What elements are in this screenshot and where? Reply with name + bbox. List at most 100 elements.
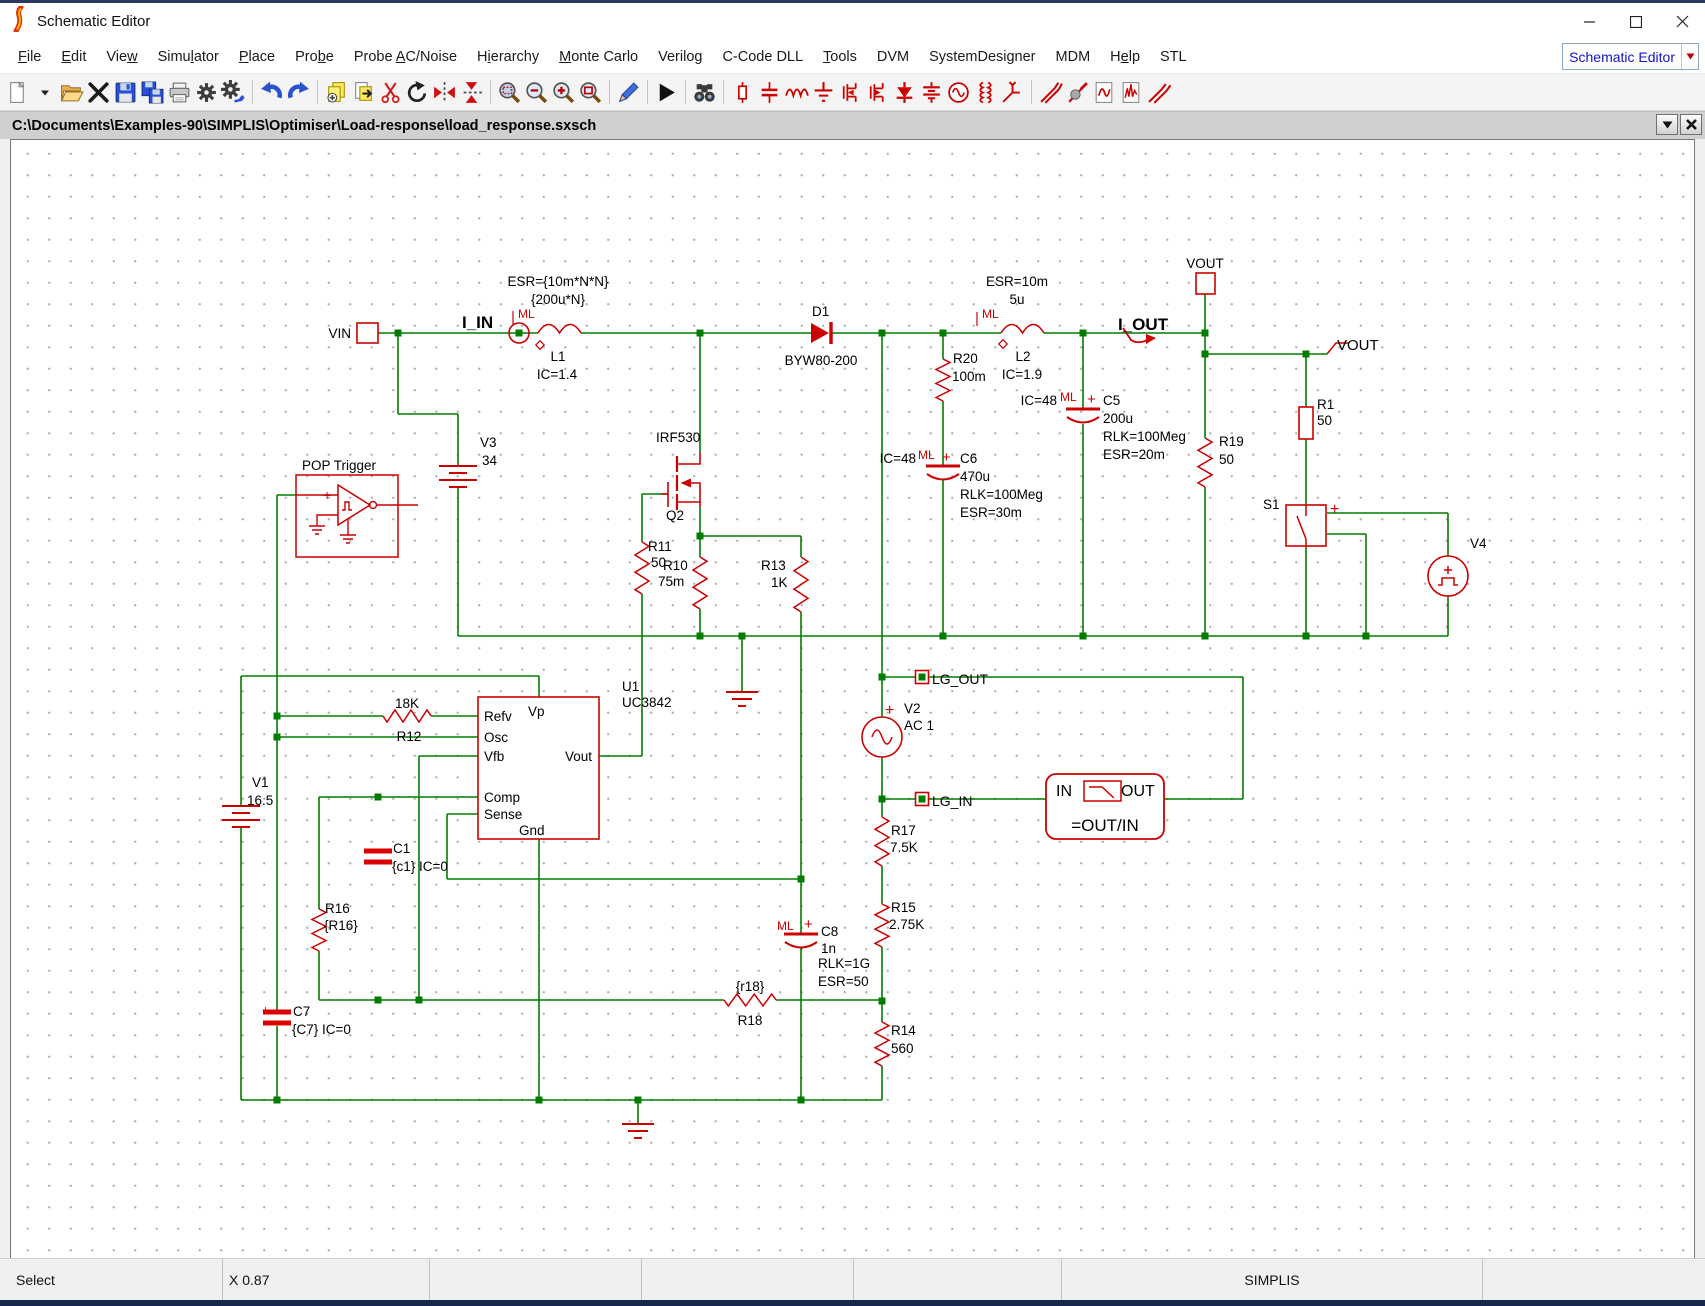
component-V1[interactable] (222, 805, 260, 828)
component-R11[interactable] (633, 541, 651, 595)
run-simulation-icon[interactable] (653, 79, 680, 106)
menu-view[interactable]: View (96, 45, 147, 69)
menu-probe-ac-noise[interactable]: Probe AC/Noise (344, 45, 467, 69)
cut-icon[interactable] (377, 79, 404, 106)
menu-simulator[interactable]: Simulator (148, 45, 229, 69)
settings-gear-icon[interactable] (193, 79, 220, 106)
fft-probe-icon[interactable] (1118, 79, 1145, 106)
component-L1[interactable] (537, 323, 582, 335)
new-document-dropdown-icon[interactable] (31, 79, 58, 106)
component-POP-trigger[interactable] (295, 474, 399, 558)
window-title: Schematic Editor (37, 13, 151, 30)
save-all-icon[interactable] (139, 79, 166, 106)
component-C8[interactable] (784, 941, 818, 949)
component-R14[interactable] (873, 1021, 891, 1067)
junction-dot (1079, 329, 1087, 337)
copy-icon[interactable] (323, 79, 350, 106)
current-probe-icon[interactable] (1064, 79, 1091, 106)
differential-probe-icon[interactable] (1145, 79, 1172, 106)
simulator-setup-gears-icon[interactable] (220, 79, 247, 106)
component-V4[interactable] (1427, 555, 1469, 597)
ground-symbol[interactable] (726, 691, 758, 707)
open-folder-icon[interactable] (58, 79, 85, 106)
find-icon[interactable] (691, 79, 718, 106)
menu-dvm[interactable]: DVM (867, 45, 919, 69)
component-C5[interactable] (1066, 416, 1100, 424)
zoom-select-icon[interactable] (496, 79, 523, 106)
label-50: 50 (1219, 452, 1234, 467)
component-R18[interactable] (723, 992, 777, 1008)
menu-file[interactable]: File (8, 45, 51, 69)
close-button[interactable] (1659, 3, 1705, 40)
component-L2[interactable] (1000, 323, 1045, 335)
pop-comparator[interactable] (337, 483, 372, 527)
component-R1[interactable] (1298, 406, 1314, 440)
component-R13[interactable] (792, 556, 810, 613)
terminal-VOUT[interactable] (1195, 272, 1216, 295)
component-R17[interactable] (873, 816, 891, 867)
component-Q2[interactable] (661, 452, 701, 507)
menu-systemdesigner[interactable]: SystemDesigner (919, 45, 1045, 69)
place-probe-icon[interactable] (999, 79, 1026, 106)
print-icon[interactable] (166, 79, 193, 106)
paste-icon[interactable] (350, 79, 377, 106)
place-diode-icon[interactable] (891, 79, 918, 106)
component-R12[interactable] (382, 708, 432, 724)
place-transformer-icon[interactable] (972, 79, 999, 106)
schematic-canvas[interactable]: VIN I_IN ML ESR={10m*N*N} {200u*N} L1 IC=1.4 V3… (10, 139, 1695, 1261)
place-capacitor-icon[interactable] (756, 79, 783, 106)
component-R15[interactable] (873, 903, 891, 948)
zoom-in-icon[interactable] (550, 79, 577, 106)
undo-icon[interactable] (258, 79, 285, 106)
mirror-horizontal-icon[interactable] (458, 79, 485, 106)
menu-monte-carlo[interactable]: Monte Carlo (549, 45, 648, 69)
redo-icon[interactable] (285, 79, 312, 106)
place-inductor-icon[interactable] (783, 79, 810, 106)
ground-symbol[interactable] (622, 1123, 654, 1139)
place-pmos-icon[interactable] (864, 79, 891, 106)
new-document-icon[interactable] (4, 79, 31, 106)
component-R10[interactable] (691, 556, 709, 610)
component-V3[interactable] (439, 465, 477, 488)
place-battery-icon[interactable] (918, 79, 945, 106)
menu-mdm[interactable]: MDM (1046, 45, 1101, 69)
component-D1[interactable] (811, 323, 829, 343)
menu-c-code-dll[interactable]: C-Code DLL (712, 45, 813, 69)
place-ground-icon[interactable] (810, 79, 837, 106)
pop-ground[interactable] (309, 514, 338, 535)
menu-stl[interactable]: STL (1150, 45, 1197, 69)
editor-selector[interactable]: Schematic Editor (1562, 43, 1699, 70)
component-R20[interactable] (934, 358, 952, 402)
pathbar-dropdown-button[interactable] (1656, 114, 1678, 135)
place-resistor-icon[interactable] (729, 79, 756, 106)
place-ac-source-icon[interactable] (945, 79, 972, 106)
menu-probe[interactable]: Probe (285, 45, 344, 69)
zoom-out-icon[interactable] (523, 79, 550, 106)
label-D1: D1 (812, 304, 829, 319)
menu-help[interactable]: Help (1100, 45, 1150, 69)
menu-place[interactable]: Place (229, 45, 285, 69)
menu-edit[interactable]: Edit (51, 45, 96, 69)
voltage-probe-icon[interactable] (1037, 79, 1064, 106)
component-C6[interactable] (926, 473, 960, 481)
menu-tools[interactable]: Tools (813, 45, 867, 69)
zoom-extents-icon[interactable] (577, 79, 604, 106)
minimize-button[interactable] (1567, 3, 1613, 40)
label-UC3842: UC3842 (622, 695, 672, 710)
rotate-icon[interactable] (404, 79, 431, 106)
wire-pencil-icon[interactable] (615, 79, 642, 106)
menu-verilog[interactable]: Verilog (648, 45, 712, 69)
component-R19[interactable] (1196, 437, 1214, 488)
save-icon[interactable] (112, 79, 139, 106)
menu-hierarchy[interactable]: Hierarchy (467, 45, 549, 69)
maximize-button[interactable] (1613, 3, 1659, 40)
terminal-VIN[interactable] (356, 322, 379, 344)
waveform-probe-icon[interactable] (1091, 79, 1118, 106)
mirror-vertical-icon[interactable] (431, 79, 458, 106)
component-Q2[interactable] (680, 478, 692, 488)
pathbar-close-button[interactable] (1680, 114, 1702, 135)
place-nmos-icon[interactable] (837, 79, 864, 106)
probe-I_OUT[interactable] (1146, 334, 1156, 344)
chevron-down-icon[interactable] (1681, 44, 1698, 69)
close-document-icon[interactable] (85, 79, 112, 106)
